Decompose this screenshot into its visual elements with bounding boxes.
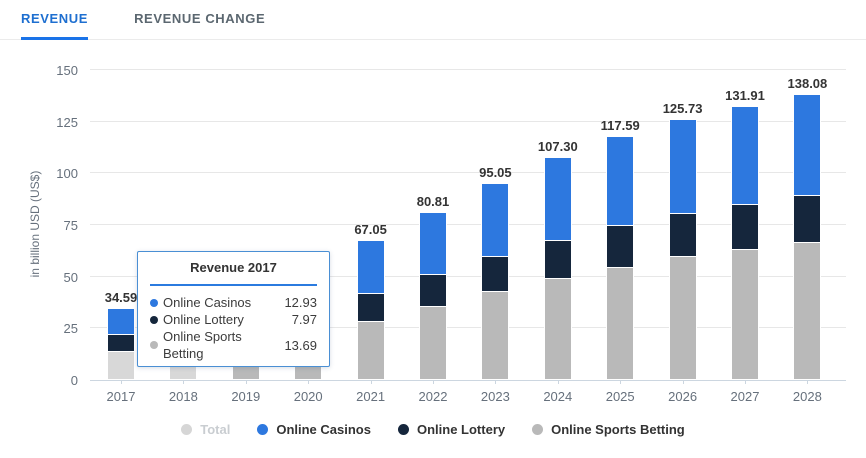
x-tick-label: 2027: [730, 389, 760, 404]
legend-dot-icon: [532, 424, 544, 435]
tab-revenue-label: REVENUE: [21, 11, 89, 26]
bar-segment-gray-2022[interactable]: [419, 305, 447, 380]
y-tick-label: 75: [63, 218, 78, 233]
x-tick-label: 2018: [168, 389, 198, 404]
y-tick-label: 100: [56, 166, 78, 182]
legend-dot-icon: [257, 424, 269, 435]
tooltip-row: Online Casinos 12.93: [150, 294, 317, 311]
bar-total-label: 131.91: [725, 88, 765, 104]
bar-segment-blue-2023[interactable]: [481, 182, 510, 258]
bar-segment-navy-2025[interactable]: [606, 225, 635, 268]
revenue-chart: in billion USD (US$) 0 25 50 75 100 125 150 34…: [0, 41, 866, 458]
tab-revenue-change[interactable]: REVENUE CHANGE: [134, 0, 265, 40]
bar-segment-navy-2022[interactable]: [419, 274, 447, 307]
bar-segment-gray-2021[interactable]: [356, 320, 385, 380]
series-dot-icon: [150, 315, 158, 324]
statistic-widget: REVENUE REVENUE CHANGE in billion USD (U…: [0, 0, 866, 458]
y-tick-label: 150: [56, 63, 78, 78]
tooltip-title: Revenue 2017: [190, 260, 277, 275]
bar-segment-blue-2025[interactable]: [606, 136, 635, 227]
bar-segment-gray-2023[interactable]: [481, 290, 510, 380]
tooltip-row-label: Online Casinos: [163, 295, 252, 310]
bar-segment-navy-2026[interactable]: [668, 212, 697, 258]
bar-total-label: 95.05: [479, 164, 512, 180]
legend-item-label: Online Sports Betting: [551, 422, 685, 437]
legend-item-online-lottery[interactable]: Online Lottery: [397, 422, 506, 437]
bar-total-label: 125.73: [662, 101, 703, 117]
legend-item-label: Online Casinos: [276, 422, 371, 437]
bar-segment-blue-2021[interactable]: [356, 240, 385, 295]
x-tick-label: 2028: [792, 389, 822, 404]
tooltip-row-value: 13.69: [284, 337, 317, 353]
series-dot-icon: [150, 298, 158, 307]
bar-segment-blue-2022[interactable]: [419, 212, 447, 275]
y-tick-label: 0: [70, 373, 78, 388]
bar-segment-blue-2024[interactable]: [543, 157, 572, 241]
x-tick-label: 2026: [668, 389, 698, 404]
bar-total-label: 107.30: [537, 139, 578, 155]
tooltip-row: Online Sports Betting 13.69: [150, 328, 317, 362]
bar-segment-navy-2024[interactable]: [543, 239, 572, 279]
x-tick-label: 2025: [605, 389, 635, 404]
x-tick-label: 2023: [480, 389, 510, 404]
bar-segment-gray-2026[interactable]: [668, 256, 697, 380]
legend-item-online-casinos[interactable]: Online Casinos: [257, 422, 371, 437]
legend-item-label: Total: [200, 422, 231, 437]
bar-segment-gray-2027[interactable]: [731, 249, 759, 380]
legend-dot-icon: [181, 424, 193, 435]
bar-segment-navy-2028[interactable]: [793, 194, 822, 243]
bar-total-label: 67.05: [354, 222, 387, 238]
x-tick-label: 2017: [106, 389, 136, 404]
bar-segment-navy-2017[interactable]: [107, 334, 135, 352]
bar-segment-gray-2028[interactable]: [793, 241, 822, 380]
legend-dot-icon: [397, 424, 409, 435]
x-tick-label: 2021: [356, 389, 386, 404]
bar-segment-navy-2023[interactable]: [481, 256, 510, 292]
legend: Total Online Casinos Online Lottery Online …: [0, 422, 866, 437]
x-tick-label: 2020: [293, 389, 323, 404]
bar-segment-blue-2026[interactable]: [668, 119, 697, 214]
x-tick-label: 2022: [418, 389, 448, 404]
tooltip-divider: [150, 284, 317, 286]
tooltip: Revenue 2017 Online Casinos 12.93 Online L…: [137, 251, 330, 367]
legend-item-total[interactable]: Total: [181, 422, 230, 437]
bar-segment-navy-2027[interactable]: [731, 203, 759, 251]
bar-total-label: 80.81: [416, 193, 450, 209]
x-tick-label: 2024: [543, 389, 573, 404]
bar-segment-blue-2028[interactable]: [793, 93, 822, 196]
tooltip-row-value: 7.97: [291, 312, 317, 327]
gridline: [90, 69, 846, 70]
bar-segment-gray-2024[interactable]: [543, 277, 572, 380]
tab-revenue[interactable]: REVENUE: [21, 0, 89, 40]
bar-total-label: 138.08: [787, 75, 828, 91]
tooltip-row: Online Lottery 7.97: [150, 311, 317, 328]
gridline: [90, 380, 846, 381]
y-tick-label: 50: [63, 269, 78, 285]
tab-revenue-change-label: REVENUE CHANGE: [134, 11, 266, 26]
bar-total-label: 117.59: [600, 117, 640, 133]
bar-segment-navy-2021[interactable]: [356, 293, 385, 322]
tab-bar: REVENUE REVENUE CHANGE: [0, 0, 866, 40]
tooltip-row-label: Online Sports Betting: [163, 329, 242, 361]
y-tick-label: 25: [63, 321, 78, 337]
tooltip-row-value: 12.93: [284, 295, 317, 310]
y-tick-label: 125: [56, 114, 78, 130]
bar-segment-blue-2027[interactable]: [731, 106, 759, 205]
x-tick-label: 2019: [231, 389, 261, 404]
bar-segment-gray-2017[interactable]: [107, 350, 135, 380]
bar-segment-blue-2017[interactable]: [107, 307, 135, 336]
legend-item-online-sports-betting[interactable]: Online Sports Betting: [532, 422, 685, 437]
series-dot-icon: [150, 341, 158, 349]
bar-segment-gray-2025[interactable]: [606, 266, 635, 380]
legend-item-label: Online Lottery: [416, 422, 506, 437]
tooltip-row-label: Online Lottery: [163, 312, 244, 327]
tooltip-rows: Online Casinos 12.93 Online Lottery 7.97 Onl…: [150, 294, 317, 362]
